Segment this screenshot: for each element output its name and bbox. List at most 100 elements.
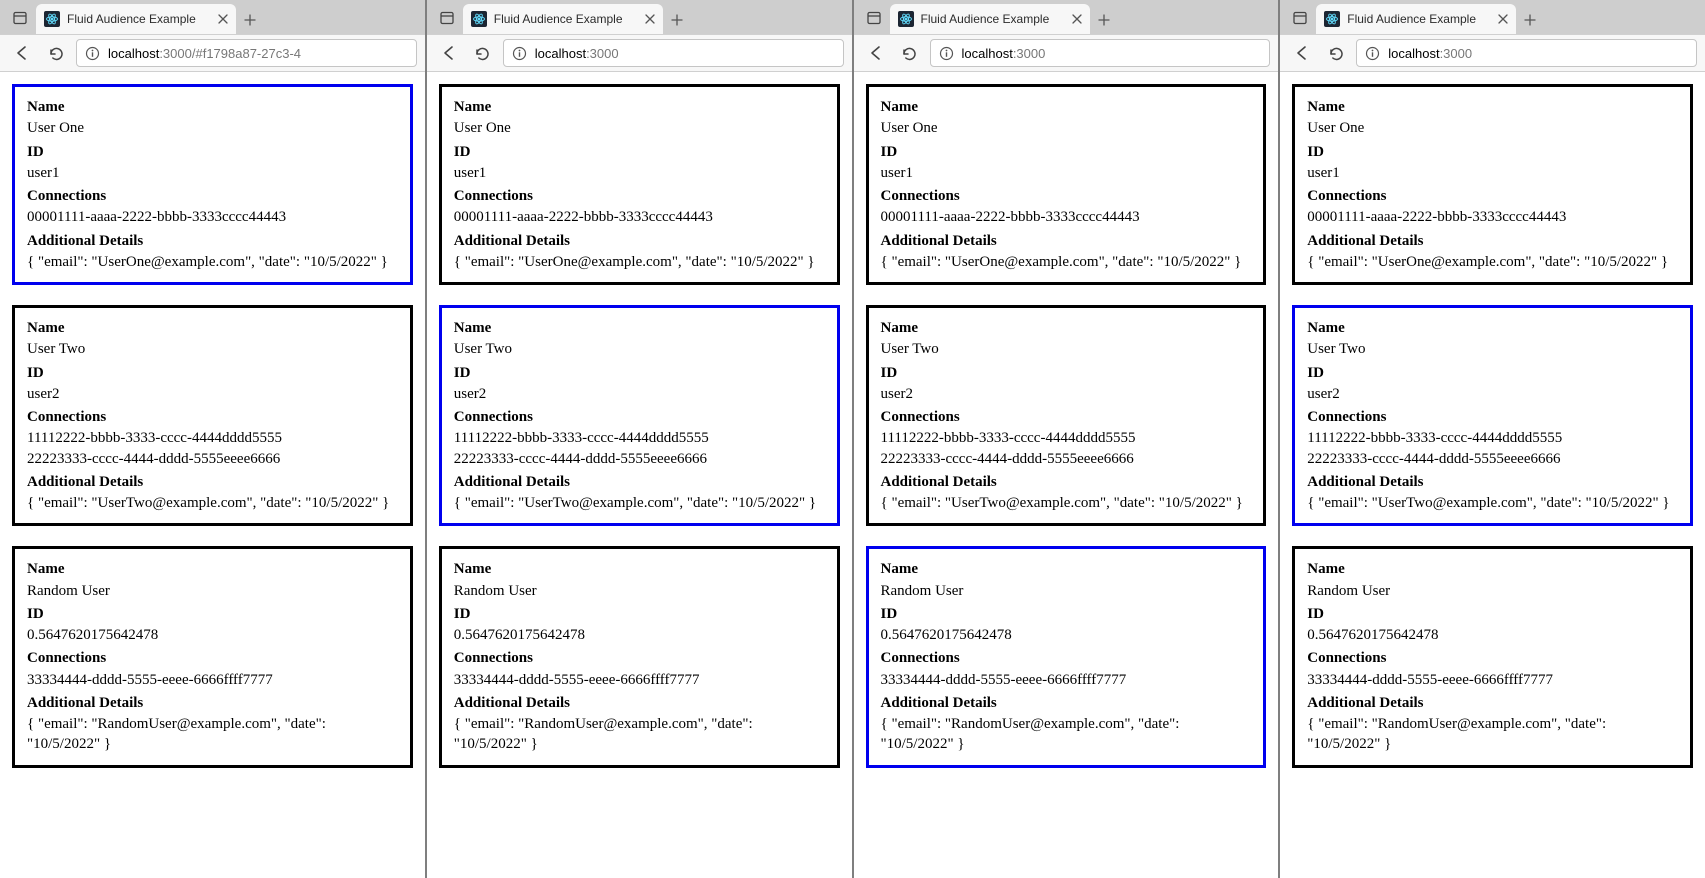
refresh-button[interactable] xyxy=(1322,39,1350,67)
tab-strip: Fluid Audience Example xyxy=(854,0,1279,34)
field-value: { "email": "UserTwo@example.com", "date"… xyxy=(454,493,825,513)
browser-tab[interactable]: Fluid Audience Example xyxy=(890,4,1090,34)
back-button[interactable] xyxy=(1288,39,1316,67)
user-card[interactable]: NameUser TwoIDuser2Connections11112222-b… xyxy=(866,305,1267,526)
new-tab-button[interactable] xyxy=(663,6,691,34)
address-bar[interactable]: localhost:3000/#f1798a87-27c3-4 xyxy=(76,39,417,67)
field-label: Additional Details xyxy=(1307,472,1678,492)
connection-id: 33334444-dddd-5555-eeee-6666ffff7777 xyxy=(881,670,1252,690)
back-button[interactable] xyxy=(435,39,463,67)
tab-manager-button[interactable] xyxy=(6,4,34,32)
field-label: Connections xyxy=(1307,186,1678,206)
site-info-icon[interactable] xyxy=(1365,46,1380,61)
field-value: { "email": "UserOne@example.com", "date"… xyxy=(1307,252,1678,272)
address-bar[interactable]: localhost:3000 xyxy=(930,39,1271,67)
user-card[interactable]: NameRandom UserID0.5647620175642478Conne… xyxy=(439,546,840,767)
address-bar[interactable]: localhost:3000 xyxy=(503,39,844,67)
field-label: ID xyxy=(1307,142,1678,162)
field-label: Connections xyxy=(1307,648,1678,668)
tab-strip: Fluid Audience Example xyxy=(427,0,852,34)
field-value: 0.5647620175642478 xyxy=(1307,625,1678,645)
url-text: localhost:3000/#f1798a87-27c3-4 xyxy=(108,46,301,61)
url-host: localhost xyxy=(962,46,1013,61)
arrow-left-icon xyxy=(867,44,885,62)
browser-tab[interactable]: Fluid Audience Example xyxy=(36,4,236,34)
refresh-button[interactable] xyxy=(469,39,497,67)
new-tab-button[interactable] xyxy=(236,6,264,34)
field-label: ID xyxy=(1307,363,1678,383)
user-card[interactable]: NameUser TwoIDuser2Connections11112222-b… xyxy=(12,305,413,526)
back-button[interactable] xyxy=(8,39,36,67)
url-host: localhost xyxy=(1388,46,1439,61)
user-card[interactable]: NameUser TwoIDuser2Connections11112222-b… xyxy=(1292,305,1693,526)
field-value: User Two xyxy=(1307,339,1678,359)
user-card[interactable]: NameUser OneIDuser1Connections00001111-a… xyxy=(866,84,1267,285)
field-value: user2 xyxy=(27,384,398,404)
field-value: Random User xyxy=(27,581,398,601)
back-button[interactable] xyxy=(862,39,890,67)
tab-manager-icon xyxy=(1292,10,1308,26)
tab-manager-button[interactable] xyxy=(433,4,461,32)
field-value: User One xyxy=(27,118,398,138)
user-card[interactable]: NameRandom UserID0.5647620175642478Conne… xyxy=(866,546,1267,767)
field-label: Additional Details xyxy=(881,472,1252,492)
new-tab-button[interactable] xyxy=(1090,6,1118,34)
toolbar: localhost:3000/#f1798a87-27c3-4 xyxy=(0,34,425,72)
site-info-icon[interactable] xyxy=(512,46,527,61)
tab-manager-button[interactable] xyxy=(1286,4,1314,32)
browser-tab[interactable]: Fluid Audience Example xyxy=(463,4,663,34)
connection-id: 11112222-bbbb-3333-cccc-4444dddd5555 xyxy=(1307,428,1678,448)
user-card[interactable]: NameUser OneIDuser1Connections00001111-a… xyxy=(12,84,413,285)
page-content: NameUser OneIDuser1Connections00001111-a… xyxy=(1280,72,1705,878)
field-label: ID xyxy=(27,363,398,383)
browser-tab[interactable]: Fluid Audience Example xyxy=(1316,4,1516,34)
field-label: ID xyxy=(1307,604,1678,624)
close-tab-button[interactable] xyxy=(645,14,655,24)
site-info-icon[interactable] xyxy=(939,46,954,61)
user-card[interactable]: NameUser OneIDuser1Connections00001111-a… xyxy=(439,84,840,285)
close-tab-button[interactable] xyxy=(1072,14,1082,24)
refresh-button[interactable] xyxy=(896,39,924,67)
url-host: localhost xyxy=(535,46,586,61)
react-favicon-icon xyxy=(44,11,60,27)
field-label: Name xyxy=(454,559,825,579)
site-info-icon[interactable] xyxy=(85,46,100,61)
tab-strip: Fluid Audience Example xyxy=(1280,0,1705,34)
new-tab-button[interactable] xyxy=(1516,6,1544,34)
field-value: { "email": "UserOne@example.com", "date"… xyxy=(881,252,1252,272)
close-tab-button[interactable] xyxy=(1498,14,1508,24)
tab-manager-button[interactable] xyxy=(860,4,888,32)
react-favicon-icon xyxy=(471,11,487,27)
refresh-button[interactable] xyxy=(42,39,70,67)
connection-id: 00001111-aaaa-2222-bbbb-3333cccc44443 xyxy=(27,207,398,227)
field-value: { "email": "RandomUser@example.com", "da… xyxy=(27,714,398,755)
field-label: Additional Details xyxy=(27,231,398,251)
field-value: User Two xyxy=(881,339,1252,359)
field-label: ID xyxy=(881,142,1252,162)
address-bar[interactable]: localhost:3000 xyxy=(1356,39,1697,67)
url-port: :3000 xyxy=(586,46,619,61)
field-label: Additional Details xyxy=(454,693,825,713)
url-port: :3000 xyxy=(1013,46,1046,61)
field-label: Connections xyxy=(27,407,398,427)
field-label: Name xyxy=(27,318,398,338)
connection-id: 11112222-bbbb-3333-cccc-4444dddd5555 xyxy=(454,428,825,448)
user-card[interactable]: NameUser OneIDuser1Connections00001111-a… xyxy=(1292,84,1693,285)
close-tab-button[interactable] xyxy=(218,14,228,24)
tab-manager-icon xyxy=(439,10,455,26)
refresh-icon xyxy=(474,45,491,62)
field-value: User One xyxy=(1307,118,1678,138)
field-value: User Two xyxy=(27,339,398,359)
field-value: { "email": "RandomUser@example.com", "da… xyxy=(881,714,1252,755)
toolbar: localhost:3000 xyxy=(427,34,852,72)
connection-id: 00001111-aaaa-2222-bbbb-3333cccc44443 xyxy=(1307,207,1678,227)
field-label: ID xyxy=(27,142,398,162)
tab-title: Fluid Audience Example xyxy=(921,12,1065,26)
user-card[interactable]: NameUser TwoIDuser2Connections11112222-b… xyxy=(439,305,840,526)
tab-title: Fluid Audience Example xyxy=(67,12,211,26)
user-card[interactable]: NameRandom UserID0.5647620175642478Conne… xyxy=(1292,546,1693,767)
field-label: ID xyxy=(454,604,825,624)
browser-window: Fluid Audience Example localhost:3000 Name… xyxy=(427,0,854,878)
field-value: Random User xyxy=(454,581,825,601)
user-card[interactable]: NameRandom UserID0.5647620175642478Conne… xyxy=(12,546,413,767)
